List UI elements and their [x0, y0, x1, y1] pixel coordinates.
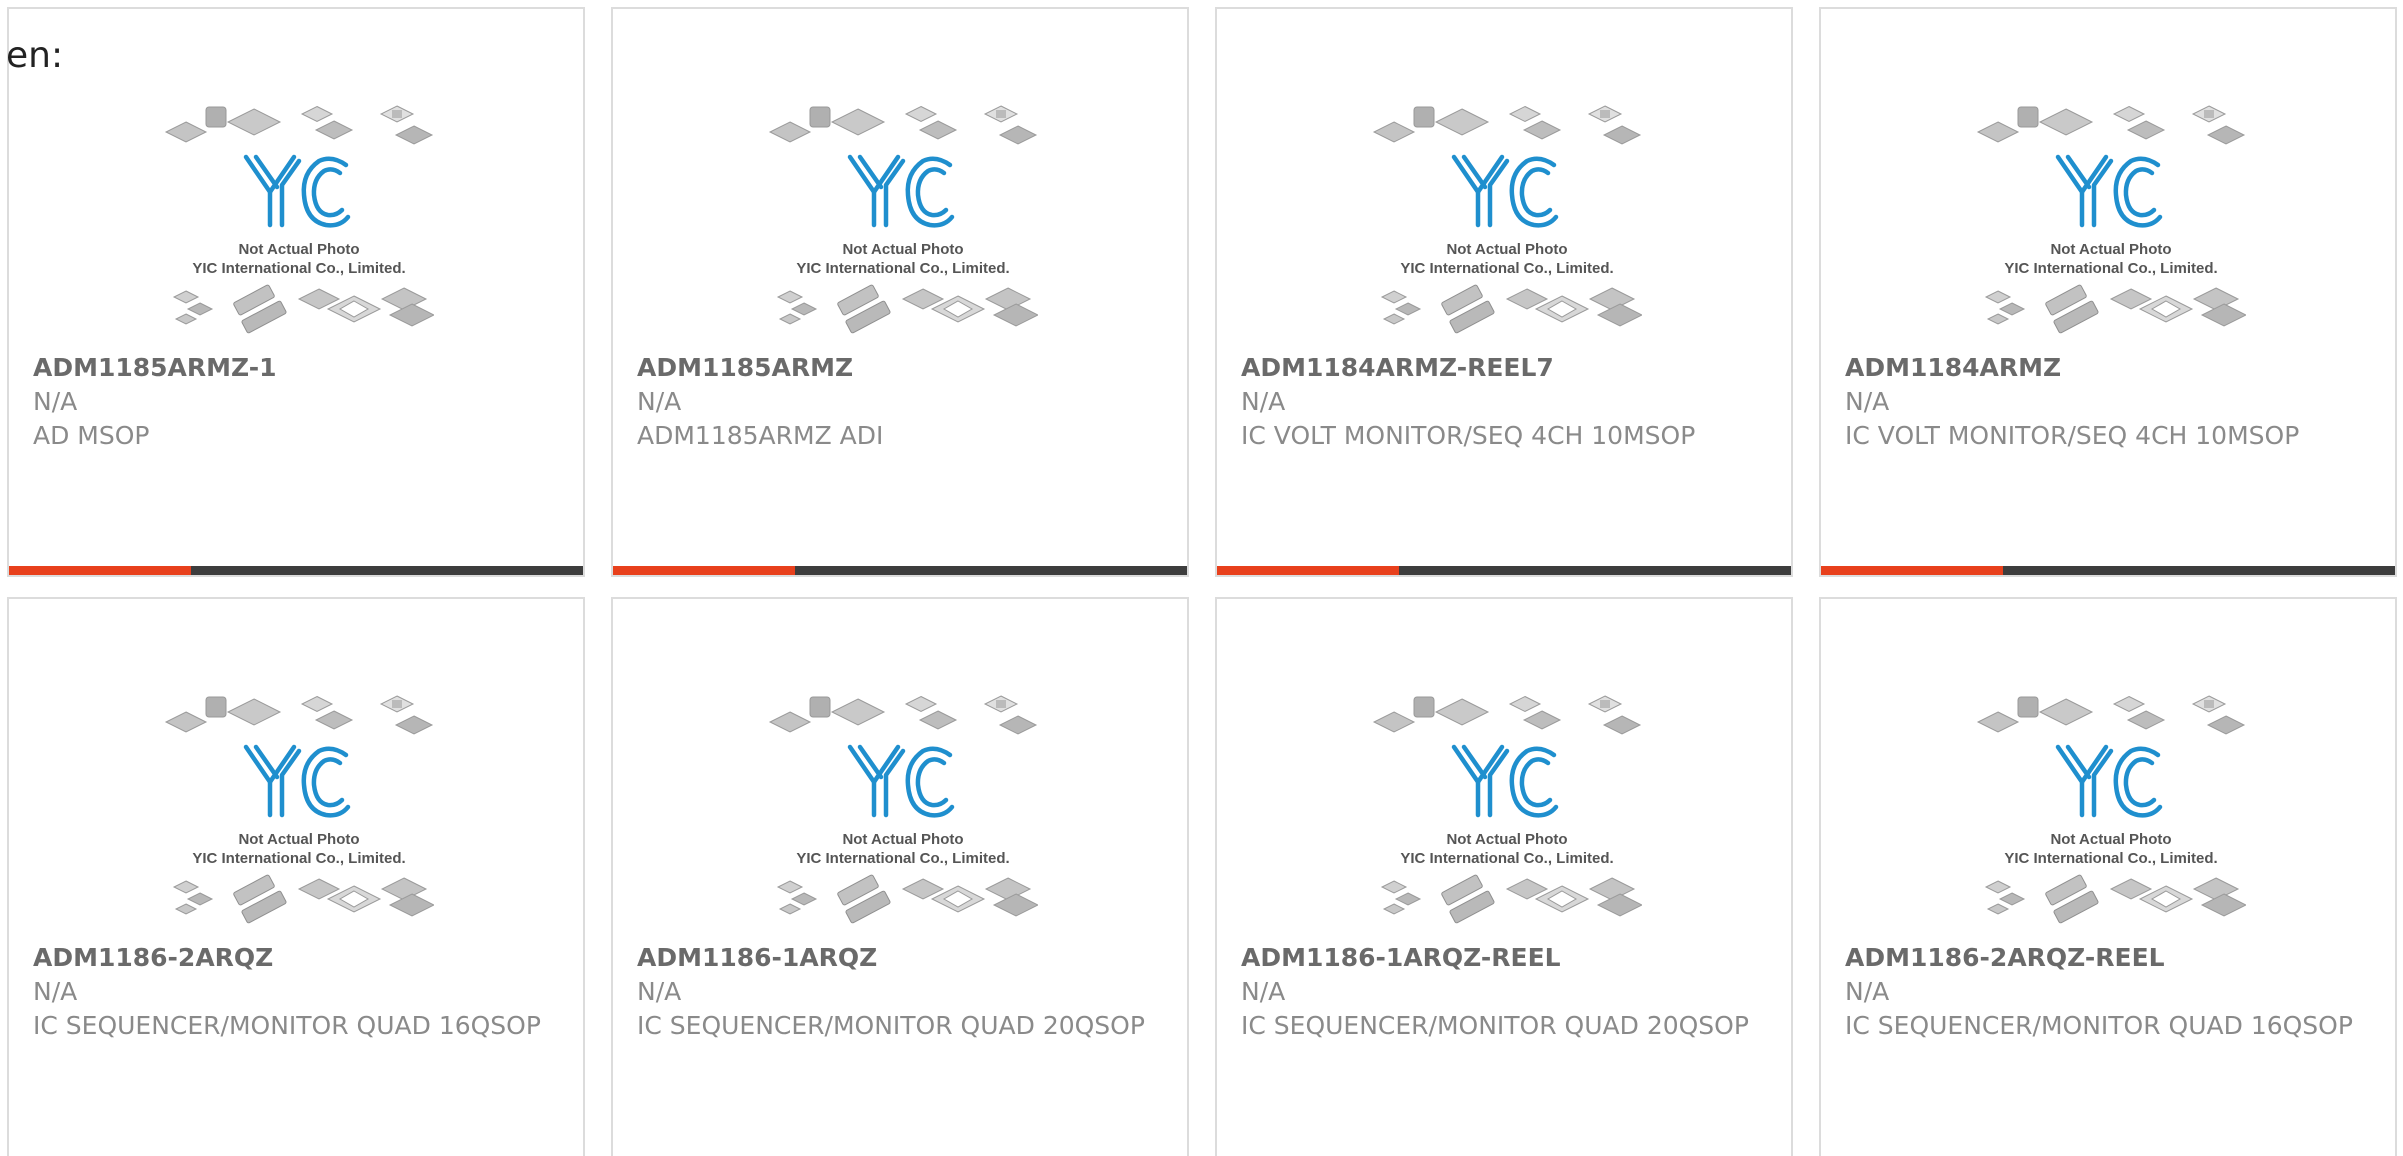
product-image-placeholder: Not Actual Photo YIC International Co., L…	[164, 687, 434, 937]
product-image-placeholder: Not Actual Photo YIC International Co., L…	[1372, 687, 1642, 937]
part-number[interactable]: ADM1186-1ARQZ-REEL	[1241, 941, 1767, 975]
description: IC VOLT MONITOR/SEQ 4CH 10MSOP	[1845, 421, 2300, 450]
product-image-placeholder: Not Actual Photo YIC International Co., L…	[1976, 97, 2246, 347]
language-label: en:	[6, 35, 64, 76]
card-accent-bar	[613, 566, 795, 575]
product-info: ADM1185ARMZ N/A ADM1185ARMZ ADI	[637, 351, 1163, 453]
svg-text:Not Actual Photo: Not Actual Photo	[2050, 831, 2171, 848]
description: AD MSOP	[33, 421, 150, 450]
description: IC SEQUENCER/MONITOR QUAD 20QSOP	[637, 1011, 1145, 1040]
product-card[interactable]: Not Actual Photo YIC International Co., L…	[7, 597, 585, 1156]
description: IC SEQUENCER/MONITOR QUAD 16QSOP	[33, 1011, 541, 1040]
product-card[interactable]: Not Actual Photo YIC International Co., L…	[1819, 7, 2397, 577]
product-info: ADM1184ARMZ N/A IC VOLT MONITOR/SEQ 4CH …	[1845, 351, 2371, 453]
product-card[interactable]: Not Actual Photo YIC International Co., L…	[1215, 7, 1793, 577]
svg-text:Not Actual Photo: Not Actual Photo	[238, 831, 359, 848]
manufacturer: N/A	[1241, 387, 1286, 416]
svg-text:YIC International Co., Limited: YIC International Co., Limited.	[796, 850, 1009, 867]
product-card[interactable]: Not Actual Photo YIC International Co., L…	[1819, 597, 2397, 1156]
part-number[interactable]: ADM1186-2ARQZ-REEL	[1845, 941, 2371, 975]
card-bottom-bar	[1217, 566, 1791, 575]
manufacturer: N/A	[637, 977, 682, 1006]
product-image-placeholder: Not Actual Photo YIC International Co., L…	[1976, 687, 2246, 937]
manufacturer: N/A	[1845, 977, 1890, 1006]
product-info: ADM1186-1ARQZ N/A IC SEQUENCER/MONITOR Q…	[637, 941, 1163, 1043]
card-bottom-bar	[613, 566, 1187, 575]
product-card[interactable]: Not Actual Photo YIC International Co., L…	[611, 7, 1189, 577]
product-card[interactable]: Not Actual Photo YIC International Co., L…	[1215, 597, 1793, 1156]
product-info: ADM1186-2ARQZ N/A IC SEQUENCER/MONITOR Q…	[33, 941, 559, 1043]
svg-text:Not Actual Photo: Not Actual Photo	[842, 241, 963, 258]
product-card[interactable]: Not Actual Photo YIC International Co., L…	[611, 597, 1189, 1156]
part-number[interactable]: ADM1186-1ARQZ	[637, 941, 1163, 975]
product-image-placeholder: Not Actual Photo YIC International Co., L…	[768, 687, 1038, 937]
svg-text:YIC International Co., Limited: YIC International Co., Limited.	[796, 260, 1009, 277]
svg-text:Not Actual Photo: Not Actual Photo	[1446, 831, 1567, 848]
product-info: ADM1184ARMZ-REEL7 N/A IC VOLT MONITOR/SE…	[1241, 351, 1767, 453]
manufacturer: N/A	[637, 387, 682, 416]
part-number[interactable]: ADM1185ARMZ-1	[33, 351, 559, 385]
part-number[interactable]: ADM1184ARMZ-REEL7	[1241, 351, 1767, 385]
description: IC SEQUENCER/MONITOR QUAD 20QSOP	[1241, 1011, 1749, 1040]
svg-text:Not Actual Photo: Not Actual Photo	[1446, 241, 1567, 258]
product-image-placeholder: Not Actual Photo YIC International Co., L…	[1372, 97, 1642, 347]
manufacturer: N/A	[1241, 977, 1286, 1006]
manufacturer: N/A	[33, 977, 78, 1006]
svg-text:YIC International Co., Limited: YIC International Co., Limited.	[1400, 850, 1613, 867]
card-bottom-bar	[9, 566, 583, 575]
card-accent-bar	[9, 566, 191, 575]
svg-text:Not Actual Photo: Not Actual Photo	[2050, 241, 2171, 258]
product-card[interactable]: Not Actual Photo YIC International Co., L…	[7, 7, 585, 577]
part-number[interactable]: ADM1184ARMZ	[1845, 351, 2371, 385]
part-number[interactable]: ADM1185ARMZ	[637, 351, 1163, 385]
svg-text:YIC International Co., Limited: YIC International Co., Limited.	[192, 850, 405, 867]
card-accent-bar	[1821, 566, 2003, 575]
svg-text:Not Actual Photo: Not Actual Photo	[842, 831, 963, 848]
product-image-placeholder: Not Actual Photo YIC International Co., L…	[164, 97, 434, 347]
svg-text:YIC International Co., Limited: YIC International Co., Limited.	[1400, 260, 1613, 277]
product-image-placeholder: Not Actual Photo YIC International Co., L…	[768, 97, 1038, 347]
svg-text:Not Actual Photo: Not Actual Photo	[238, 241, 359, 258]
manufacturer: N/A	[33, 387, 78, 416]
product-info: ADM1186-2ARQZ-REEL N/A IC SEQUENCER/MONI…	[1845, 941, 2371, 1043]
svg-text:YIC International Co., Limited: YIC International Co., Limited.	[2004, 260, 2217, 277]
svg-text:YIC International Co., Limited: YIC International Co., Limited.	[192, 260, 405, 277]
card-accent-bar	[1217, 566, 1399, 575]
description: ADM1185ARMZ ADI	[637, 421, 884, 450]
svg-text:YIC International Co., Limited: YIC International Co., Limited.	[2004, 850, 2217, 867]
card-bottom-bar	[1821, 566, 2395, 575]
manufacturer: N/A	[1845, 387, 1890, 416]
product-grid-page: Not Actual Photo YIC International Co., L…	[0, 0, 2403, 1156]
product-info: ADM1186-1ARQZ-REEL N/A IC SEQUENCER/MONI…	[1241, 941, 1767, 1043]
description: IC VOLT MONITOR/SEQ 4CH 10MSOP	[1241, 421, 1696, 450]
description: IC SEQUENCER/MONITOR QUAD 16QSOP	[1845, 1011, 2353, 1040]
product-info: ADM1185ARMZ-1 N/A AD MSOP	[33, 351, 559, 453]
part-number[interactable]: ADM1186-2ARQZ	[33, 941, 559, 975]
